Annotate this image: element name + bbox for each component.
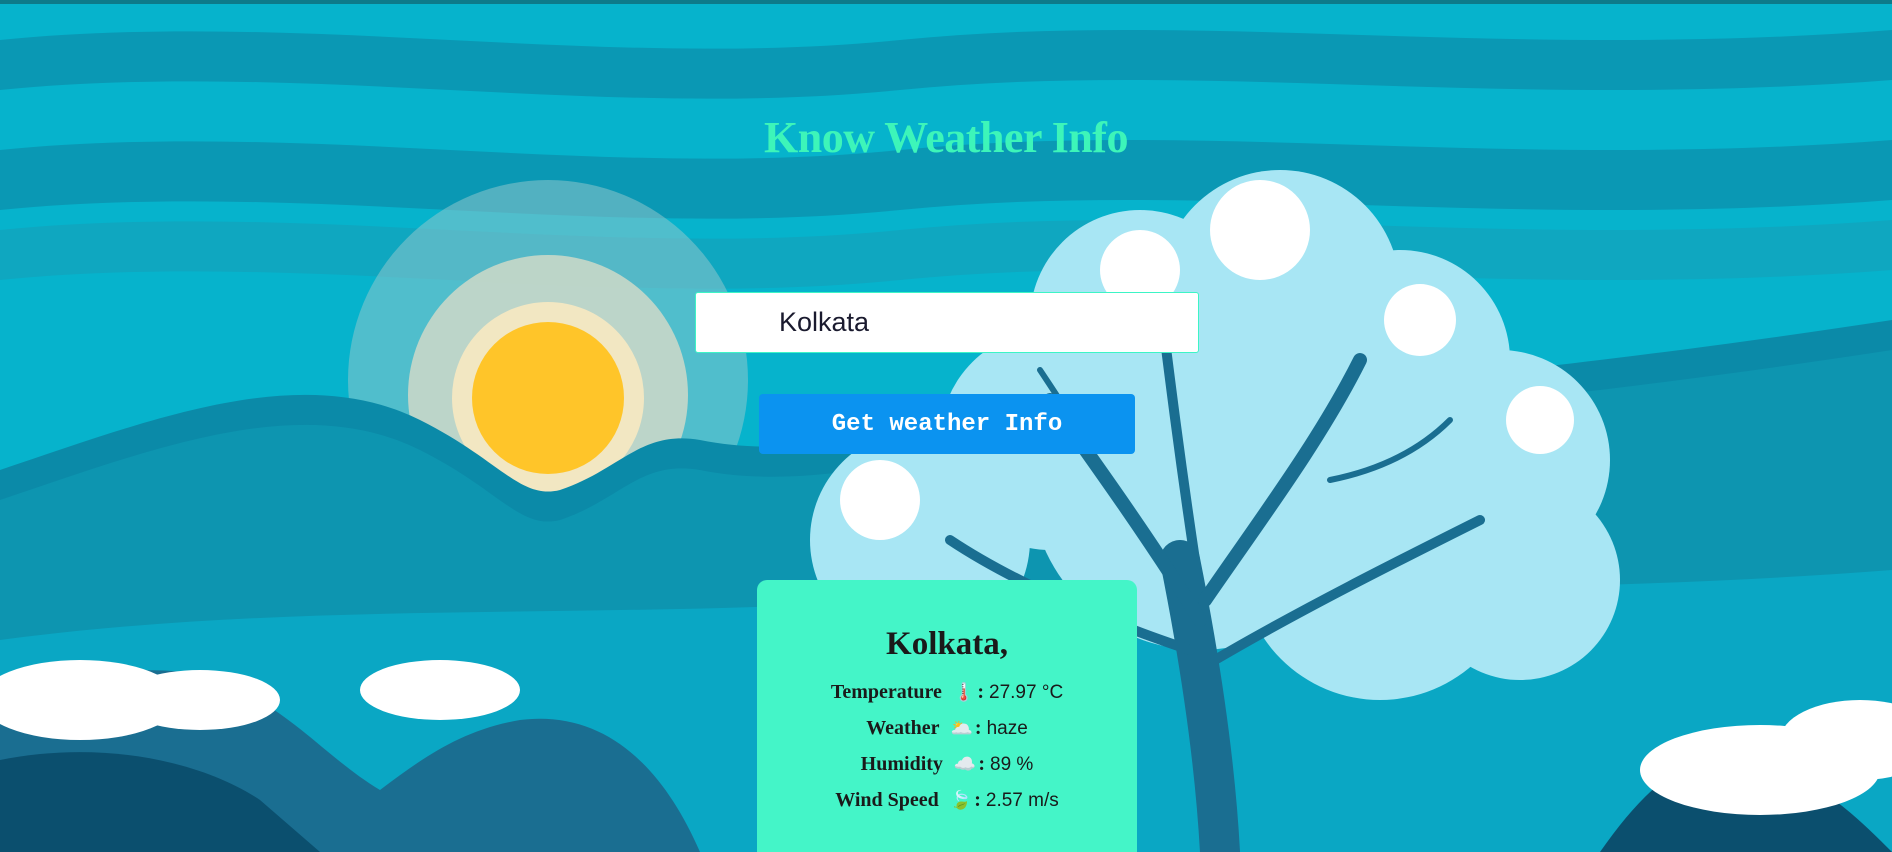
wind-speed-row: Wind Speed 🍃: 2.57 m/s xyxy=(757,782,1137,818)
humidity-label: Humidity xyxy=(860,753,943,775)
humidity-row: Humidity ☁️: 89 % xyxy=(757,746,1137,782)
temperature-value: 27.97 °C xyxy=(989,682,1064,703)
wind-speed-value: 2.57 m/s xyxy=(985,790,1059,811)
sun-behind-cloud-icon: 🌥️ xyxy=(950,718,973,738)
weather-page: Know Weather Info Get weather Info Kolka… xyxy=(0,0,1892,852)
weather-label: Weather xyxy=(866,717,940,739)
weather-result-card: Kolkata, Temperature 🌡️: 27.97 °C Weathe… xyxy=(757,580,1137,852)
separator: : xyxy=(977,681,985,703)
weather-value: haze xyxy=(986,718,1028,739)
weather-row: Weather 🌥️: haze xyxy=(757,710,1137,746)
page-title: Know Weather Info xyxy=(764,113,1128,162)
temperature-label: Temperature xyxy=(830,681,942,703)
result-city: Kolkata, xyxy=(886,626,1008,662)
top-border xyxy=(0,0,1892,4)
separator: : xyxy=(974,717,982,739)
separator: : xyxy=(974,789,981,811)
leaf-icon: 🍃 xyxy=(949,790,973,810)
cloud-icon: ☁️ xyxy=(953,754,977,774)
separator: : xyxy=(978,753,986,775)
city-search-input[interactable] xyxy=(695,292,1199,353)
thermometer-icon: 🌡️ xyxy=(952,682,976,702)
wind-speed-label: Wind Speed xyxy=(835,789,939,811)
humidity-value: 89 % xyxy=(990,754,1034,775)
temperature-row: Temperature 🌡️: 27.97 °C xyxy=(757,674,1137,710)
get-weather-button[interactable]: Get weather Info xyxy=(759,394,1135,454)
